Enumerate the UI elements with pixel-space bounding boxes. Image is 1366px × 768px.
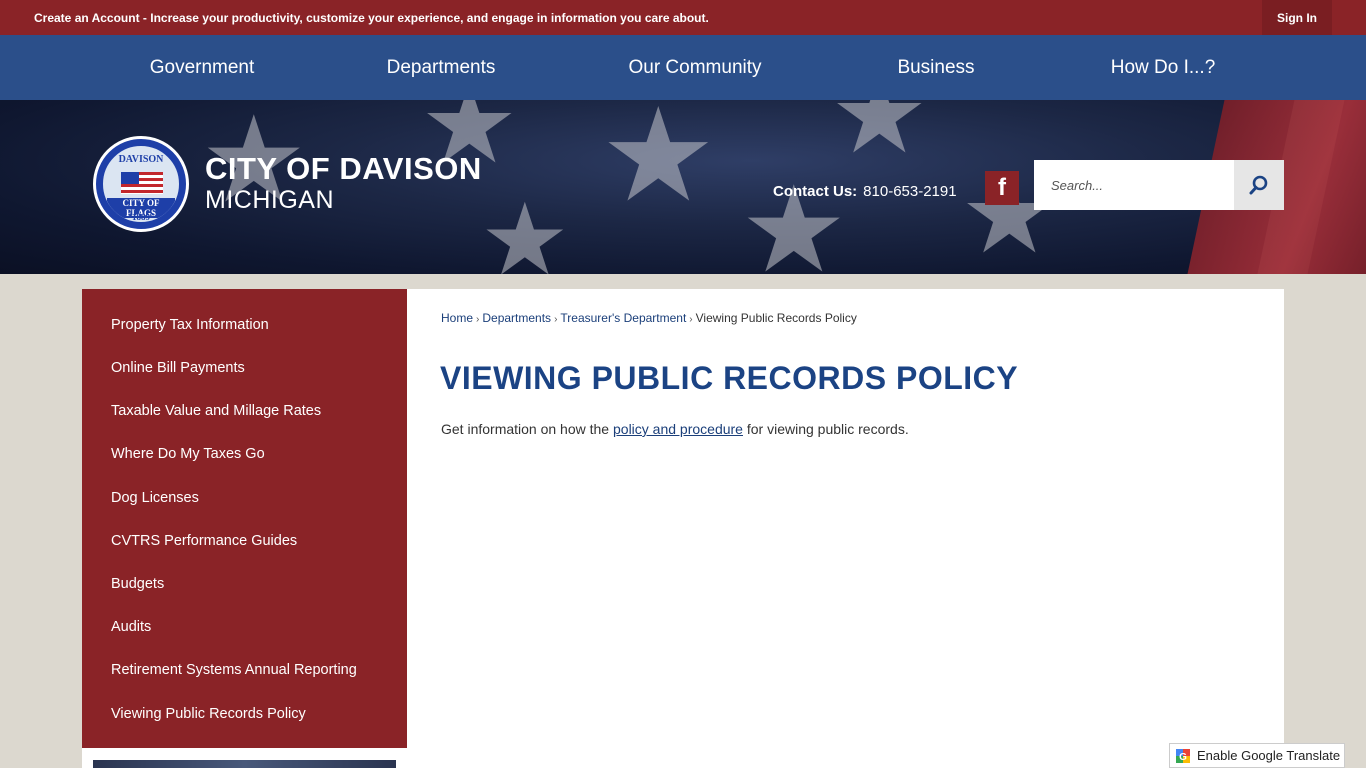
nav-departments[interactable]: Departments (351, 35, 531, 100)
page-description: Get information on how the policy and pr… (441, 421, 909, 437)
sidebar-item-where-do-my-taxes-go[interactable]: Where Do My Taxes Go (111, 446, 265, 462)
banner-star-icon: ★ (600, 100, 717, 228)
search-input[interactable] (1034, 160, 1234, 210)
google-translate-icon: G (1176, 748, 1190, 763)
banner-star-icon: ★ (830, 100, 929, 176)
top-bar: Create an Account - Increase your produc… (0, 0, 1366, 35)
breadcrumb-separator: › (554, 314, 558, 325)
sidebar-item-property-tax-information[interactable]: Property Tax Information (111, 317, 269, 333)
nav-our-community[interactable]: Our Community (605, 35, 785, 100)
breadcrumb-departments[interactable]: Departments (482, 311, 551, 325)
breadcrumb: Home › Departments › Treasurer's Department ›… (441, 311, 857, 325)
sidebar-photo[interactable] (93, 760, 396, 768)
main-nav: Government Departments Our Community Bus… (0, 35, 1366, 100)
sign-in-button[interactable]: Sign In (1262, 0, 1332, 35)
sidebar-item-cvtrs-performance-guides[interactable]: CVTRS Performance Guides (111, 533, 297, 549)
description-text-before: Get information on how the (441, 421, 613, 437)
nav-business[interactable]: Business (866, 35, 1006, 100)
breadcrumb-home[interactable]: Home (441, 311, 473, 325)
breadcrumb-current: Viewing Public Records Policy (695, 311, 857, 325)
city-seal-logo[interactable]: DAVISON CITY OF FLAGS 1889 (93, 136, 189, 232)
contact-phone[interactable]: 810-653-2191 (863, 183, 956, 200)
city-name[interactable]: CITY OF DAVISON (205, 151, 482, 187)
seal-inner: DAVISON CITY OF FLAGS 1889 (101, 144, 181, 224)
google-translate-button[interactable]: G Enable Google Translate (1169, 743, 1345, 768)
seal-bottom-text: 1889 (132, 212, 150, 222)
facebook-icon[interactable]: f (985, 171, 1019, 205)
nav-government[interactable]: Government (122, 35, 282, 100)
contact-label: Contact Us: (773, 183, 858, 200)
breadcrumb-separator: › (476, 314, 480, 325)
description-text-after: for viewing public records. (742, 421, 909, 437)
contact-info: Contact Us: 810-653-2191 (773, 183, 957, 200)
search-icon (1249, 175, 1268, 195)
breadcrumb-treasurers-department[interactable]: Treasurer's Department (560, 311, 686, 325)
create-account-message: Create an Account - Increase your produc… (34, 11, 709, 25)
sidebar-item-audits[interactable]: Audits (111, 619, 151, 635)
sidebar-item-taxable-value[interactable]: Taxable Value and Millage Rates (111, 403, 321, 419)
state-name[interactable]: MICHIGAN (205, 186, 334, 215)
sidebar: Property Tax Information Online Bill Pay… (82, 289, 407, 748)
svg-text:G: G (1179, 752, 1187, 763)
page-title: VIEWING PUBLIC RECORDS POLICY (440, 360, 1019, 396)
flag-icon (121, 172, 163, 194)
sidebar-item-retirement-systems[interactable]: Retirement Systems Annual Reporting (111, 662, 357, 678)
nav-how-do-i[interactable]: How Do I...? (1088, 35, 1238, 100)
policy-procedure-link[interactable]: policy and procedure (613, 421, 743, 437)
breadcrumb-separator: › (689, 314, 693, 325)
create-account-text: - Increase your productivity, customize … (139, 11, 709, 25)
seal-top-text: DAVISON (118, 154, 164, 165)
search-button[interactable] (1234, 160, 1284, 210)
sidebar-item-online-bill-payments[interactable]: Online Bill Payments (111, 360, 245, 376)
sidebar-item-dog-licenses[interactable]: Dog Licenses (111, 490, 199, 506)
sidebar-item-budgets[interactable]: Budgets (111, 576, 164, 592)
create-account-link[interactable]: Create an Account (34, 11, 140, 25)
google-translate-label: Enable Google Translate (1197, 748, 1341, 763)
sidebar-item-viewing-public-records-policy[interactable]: Viewing Public Records Policy (111, 706, 306, 722)
banner-star-icon: ★ (480, 184, 570, 274)
